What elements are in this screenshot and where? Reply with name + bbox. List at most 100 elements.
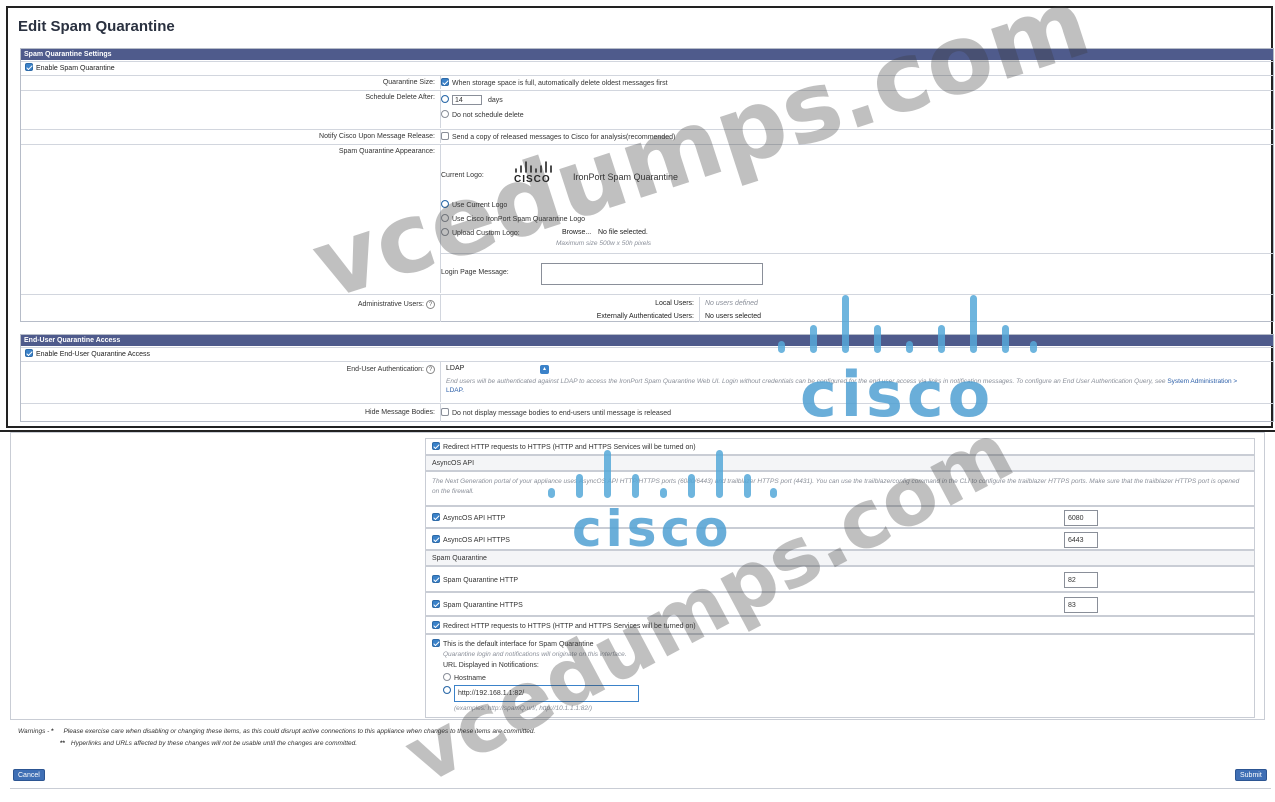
notify-row: Notify Cisco Upon Message Release: Send … [21,129,1273,143]
no-file-selected: No file selected. [598,229,648,236]
help-icon[interactable]: ? [426,300,435,309]
api-https-port-input[interactable]: 6443 [1064,532,1098,548]
ext-users-label: Externally Authenticated Users: [596,313,694,320]
days-unit: days [487,96,503,104]
warnings-prefix: Warnings - [18,728,50,735]
no-schedule-label: Do not schedule delete [452,111,524,119]
local-users-label: Local Users: [655,300,694,307]
redirect-bottom-row: Redirect HTTP requests to HTTPS (HTTP an… [425,616,1255,634]
warnings-line-1: Warnings - * Please exercise care when d… [18,728,535,735]
admin-users-label: Administrative Users: [357,301,424,308]
auth-select[interactable]: LDAP ▴ [446,365,549,375]
schedule-delete-label: Schedule Delete After: [365,94,435,101]
auto-delete-checkbox[interactable] [441,78,449,86]
use-cisco-logo-label: Use Cisco IronPort Spam Quarantine Logo [452,215,586,223]
sq-https-checkbox[interactable] [432,600,440,608]
auth-help-text: End users will be authenticated against … [446,378,1166,385]
warnings-text-1: Please exercise care when disabling or c… [63,728,536,735]
quarantine-size-label: Quarantine Size: [382,79,435,86]
ext-users-value: No users selected [705,313,762,320]
auth-select-value: LDAP [446,365,465,372]
spam-quarantine-settings-panel: Edit Spam Quarantine Spam Quarantine Set… [6,6,1274,428]
hide-bodies-label: Hide Message Bodies: [364,409,435,416]
notify-option: Send a copy of released messages to Cisc… [452,133,676,141]
default-interface-note: Quarantine login and notifications will … [443,651,627,658]
sq-http-checkbox[interactable] [432,575,440,583]
logo-product-name: IronPort Spam Quarantine [573,172,679,182]
auto-delete-label: When storage space is full, automaticall… [452,79,668,87]
enable-row: Enable Spam Quarantine [21,61,1273,74]
api-https-label: AsyncOS API HTTPS [443,536,510,544]
appearance-label: Spam Quarantine Appearance: [338,148,435,155]
cisco-logo: CISCO [508,159,556,189]
notify-label: Notify Cisco Upon Message Release: [319,133,435,140]
admin-users-row: Administrative Users:? Local Users: No u… [21,294,1273,322]
quarantine-size-row: Quarantine Size: When storage space is f… [21,75,1273,89]
spam-quarantine-heading: Spam Quarantine [432,555,487,562]
section-header: End-User Quarantine Access [21,335,1273,346]
section-header: Spam Quarantine Settings [21,49,1273,60]
sq-http-row: Spam Quarantine HTTP 82 [425,566,1255,592]
api-http-port-input[interactable]: 6080 [1064,510,1098,526]
cancel-button[interactable]: Cancel [13,769,45,781]
schedule-days-radio[interactable] [441,95,449,103]
api-http-label: AsyncOS API HTTP [443,514,506,522]
sq-https-row: Spam Quarantine HTTPS 83 [425,592,1255,616]
upload-custom-logo-label: Upload Custom Logo: [452,229,520,237]
login-message-textarea[interactable] [541,263,763,285]
local-users-value: No users defined [705,300,758,307]
default-interface-label: This is the default interface for Spam Q… [443,640,594,648]
use-current-logo-label: Use Current Logo [452,201,508,209]
current-logo-label: Current Logo: [441,172,484,179]
hide-bodies-row: Hide Message Bodies: Do not display mess… [21,403,1273,422]
warnings-star-1: * [51,728,54,735]
browse-button[interactable]: Browse... [562,229,591,236]
no-schedule-radio[interactable] [441,110,449,118]
use-cisco-logo-radio[interactable] [441,214,449,222]
url-radio[interactable] [443,686,451,694]
url-label: URL Displayed in Notifications: [443,662,539,669]
notify-checkbox[interactable] [441,132,449,140]
url-input[interactable]: http://192.168.1.1:82/ [454,685,639,702]
schedule-days-input[interactable]: 14 [452,95,482,105]
login-message-label: Login Page Message: [441,269,509,276]
spam-quarantine-heading-row: Spam Quarantine [425,550,1255,566]
appearance-row: Spam Quarantine Appearance: Current Logo… [21,144,1273,293]
page-title: Edit Spam Quarantine [18,18,175,35]
help-icon[interactable]: ? [426,365,435,374]
enable-end-user-access-checkbox[interactable] [25,349,33,357]
warnings-line-2: ** Hyperlinks and URLs affected by these… [60,740,357,747]
url-examples: (examples: http://spamQ.url/, http://10.… [454,705,593,712]
upload-custom-logo-radio[interactable] [441,228,449,236]
cisco-logo-text: CISCO [514,174,551,185]
max-size-hint: Maximum size 500w x 50h pixels [556,240,652,247]
hostname-radio[interactable] [443,673,451,681]
cisco-watermark-bars-icon-2 [548,448,778,498]
end-user-access-section: End-User Quarantine Access Enable End-Us… [20,334,1274,422]
warnings-text-2: Hyperlinks and URLs affected by these ch… [70,740,358,747]
default-interface-checkbox[interactable] [432,639,440,647]
enduser-enable-row: Enable End-User Quarantine Access [21,347,1273,360]
redirect-bottom-label: Redirect HTTP requests to HTTPS (HTTP an… [443,622,696,630]
sq-http-port-input[interactable]: 82 [1064,572,1098,588]
redirect-bottom-checkbox[interactable] [432,621,440,629]
sq-https-label: Spam Quarantine HTTPS [443,601,523,609]
api-https-checkbox[interactable] [432,535,440,543]
hostname-label: Hostname [454,674,486,682]
default-interface-row: This is the default interface for Spam Q… [425,634,1255,718]
submit-button[interactable]: Submit [1235,769,1267,781]
redirect-top-checkbox[interactable] [432,442,440,450]
sq-http-label: Spam Quarantine HTTP [443,576,519,584]
enable-spam-quarantine-checkbox[interactable] [25,63,33,71]
hide-bodies-option: Do not display message bodies to end-use… [452,409,672,417]
warnings-star-2: ** [60,740,66,747]
enduser-auth-row: End-User Authentication:? LDAP ▴ End use… [21,361,1273,402]
enable-spam-quarantine-label: Enable Spam Quarantine [36,64,115,72]
api-http-checkbox[interactable] [432,513,440,521]
hide-bodies-checkbox[interactable] [441,408,449,416]
use-current-logo-radio[interactable] [441,200,449,208]
sq-https-port-input[interactable]: 83 [1064,597,1098,613]
asyncos-api-heading: AsyncOS API [432,460,475,467]
select-arrow-icon[interactable]: ▴ [540,365,549,374]
api-http-row: AsyncOS API HTTP 6080 [425,506,1255,528]
